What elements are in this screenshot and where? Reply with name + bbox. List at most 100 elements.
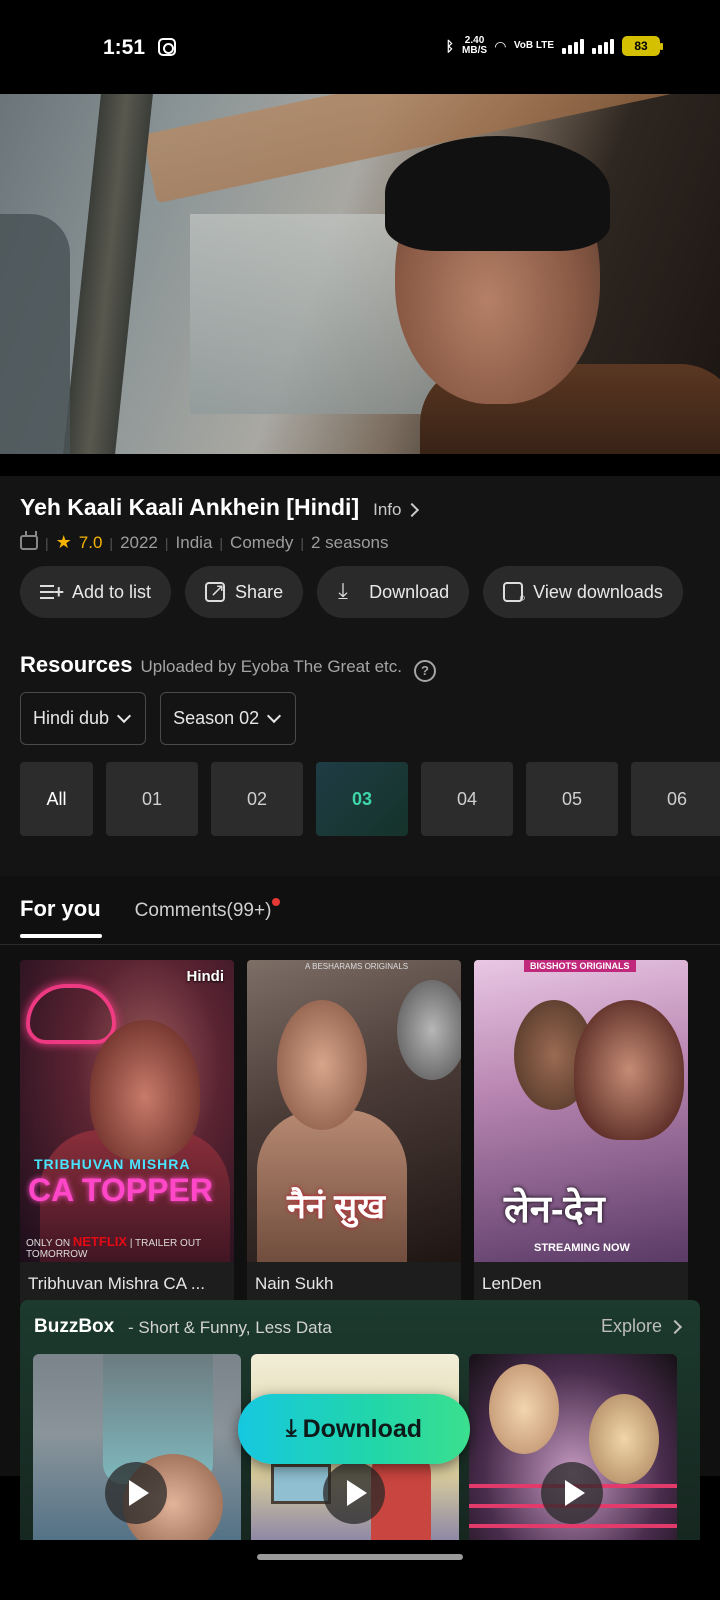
chevron-down-icon (267, 708, 282, 723)
explore-label: Explore (600, 1316, 662, 1336)
add-to-list-label: Add to list (72, 581, 152, 602)
episode-all[interactable]: All (20, 762, 93, 836)
recommendation-card[interactable]: BIGSHOTS ORIGINALS लेन-देन STREAMING NOW… (474, 960, 688, 1306)
poster-footer: ONLY ON NETFLIX | TRAILER OUT TOMORROW (26, 1234, 201, 1260)
poster-title-line1: TRIBHUVAN MISHRA (34, 1156, 191, 1172)
episode-01[interactable]: 01 (106, 762, 198, 836)
poster-title-line2: CA TOPPER (28, 1172, 213, 1208)
poster-header: A BESHARAMS ORIGINALS (305, 962, 409, 971)
signal-icon (592, 38, 614, 54)
tab-divider (0, 944, 720, 945)
language-select[interactable]: Hindi dub (20, 692, 147, 745)
hero-actor-hair (385, 136, 610, 251)
meta-separator: | (164, 534, 169, 551)
poster-neon-sign (26, 984, 116, 1044)
system-nav-bar (0, 1540, 720, 1600)
play-icon[interactable] (323, 1462, 385, 1524)
floating-download-label: Download (302, 1414, 423, 1443)
download-icon (337, 578, 359, 604)
tab-for-you-label: For you (20, 896, 101, 921)
star-icon: ★ (55, 532, 72, 552)
chevron-right-icon (667, 1319, 683, 1334)
episode-04[interactable]: 04 (421, 762, 513, 836)
language-select-value: Hindi dub (33, 708, 110, 728)
view-downloads-icon (503, 582, 526, 606)
episode-02[interactable]: 02 (211, 762, 303, 836)
season-select[interactable]: Season 02 (160, 692, 297, 745)
episode-06[interactable]: 06 (631, 762, 720, 836)
poster-title: नैनं सुख (287, 1188, 385, 1226)
poster-image: Hindi TRIBHUVAN MISHRA CA TOPPER ONLY ON… (20, 960, 234, 1262)
poster-face (277, 1000, 367, 1130)
tab-for-you[interactable]: For you (20, 896, 102, 938)
tv-icon (20, 535, 38, 550)
view-downloads-button[interactable]: View downloads (483, 566, 683, 618)
thumb-face (589, 1394, 659, 1484)
poster-footer-text: ONLY ON (26, 1238, 71, 1249)
meta-separator: | (109, 534, 114, 551)
download-button[interactable]: Download (317, 566, 470, 618)
recommendation-card[interactable]: Hindi TRIBHUVAN MISHRA CA TOPPER ONLY ON… (20, 960, 234, 1306)
resources-title: Resources (20, 652, 133, 677)
tab-comments[interactable]: Comments(99+) (134, 898, 281, 938)
info-link[interactable]: Info (373, 500, 420, 520)
title-row: Yeh Kaali Kaali Ankhein [Hindi] Info (20, 494, 420, 521)
recommendation-cards: Hindi TRIBHUVAN MISHRA CA TOPPER ONLY ON… (20, 960, 688, 1306)
status-icons: ᛒ 2.40 MB/S ◠ VoB LTE 83 (446, 36, 663, 56)
uploaded-by-text: Uploaded by Eyoba The Great etc. (140, 657, 402, 676)
network-speed: 2.40 MB/S (462, 36, 487, 56)
share-button[interactable]: Share (185, 566, 304, 618)
download-label: Download (369, 581, 450, 602)
wifi-icon: ◠ (495, 37, 506, 54)
resource-selectors: Hindi dub Season 02 (20, 692, 297, 745)
video-player[interactable] (0, 94, 720, 454)
info-label: Info (373, 500, 402, 519)
show-genre: Comedy (230, 532, 294, 552)
show-seasons: 2 seasons (311, 532, 389, 552)
recommendation-card[interactable]: A BESHARAMS ORIGINALS नैनं सुख Nain Sukh (247, 960, 461, 1306)
help-icon[interactable]: ? (413, 660, 436, 682)
notification-dot (272, 898, 281, 906)
meta-separator: | (219, 534, 224, 551)
episode-05[interactable]: 05 (526, 762, 618, 836)
share-icon (205, 580, 225, 602)
meta-separator: | (45, 534, 49, 551)
floating-download-button[interactable]: ⤓ Download (238, 1394, 470, 1464)
resources-header: Resources Uploaded by Eyoba The Great et… (20, 652, 436, 682)
status-time: 1:51 (103, 36, 146, 59)
explore-link[interactable]: Explore (600, 1316, 683, 1337)
show-meta: | ★ 7.0 | 2022 | India | Comedy | 2 seas… (20, 532, 389, 553)
tab-comments-label: Comments(99+) (134, 900, 272, 921)
poster-image: A BESHARAMS ORIGINALS नैनं सुख (247, 960, 461, 1262)
thumb-face (489, 1364, 559, 1454)
language-badge: Hindi (186, 968, 225, 985)
show-title: Yeh Kaali Kaali Ankhein [Hindi] (20, 494, 360, 520)
download-icon: ⤓ (285, 1415, 297, 1442)
poster-header: BIGSHOTS ORIGINALS (524, 960, 636, 972)
home-gesture-handle[interactable] (257, 1554, 463, 1560)
episode-03[interactable]: 03 (316, 762, 408, 836)
poster-footer: STREAMING NOW (534, 1242, 630, 1254)
play-icon[interactable] (105, 1462, 167, 1524)
buzzbox-subtitle: - Short & Funny, Less Data (128, 1318, 332, 1337)
show-rating: 7.0 (78, 532, 103, 552)
recommendations-section: For you Comments(99+) Hindi TRIBHUVAN MI… (0, 876, 720, 1560)
show-year: 2022 (120, 532, 158, 552)
poster-face (574, 1000, 684, 1140)
network-type: VoB LTE (513, 40, 554, 51)
poster-image: BIGSHOTS ORIGINALS लेन-देन STREAMING NOW (474, 960, 688, 1262)
episode-list: All 01 02 03 04 05 06 (20, 762, 720, 836)
play-icon[interactable] (541, 1462, 603, 1524)
share-label: Share (235, 581, 284, 602)
battery-icon: 83 (622, 36, 663, 56)
show-info-section: Yeh Kaali Kaali Ankhein [Hindi] Info | ★… (0, 476, 720, 876)
buzzbox-video[interactable] (469, 1354, 677, 1554)
poster-face (397, 980, 461, 1080)
status-bar: 1:51 ᛒ 2.40 MB/S ◠ VoB LTE 83 (0, 0, 720, 94)
add-to-list-button[interactable]: Add to list (20, 566, 172, 618)
poster-title: लेन-देन (504, 1189, 605, 1231)
buzzbox-video[interactable] (33, 1354, 241, 1554)
signal-icon (562, 38, 584, 54)
poster-brand: NETFLIX (72, 1234, 128, 1249)
instagram-icon (158, 38, 176, 56)
